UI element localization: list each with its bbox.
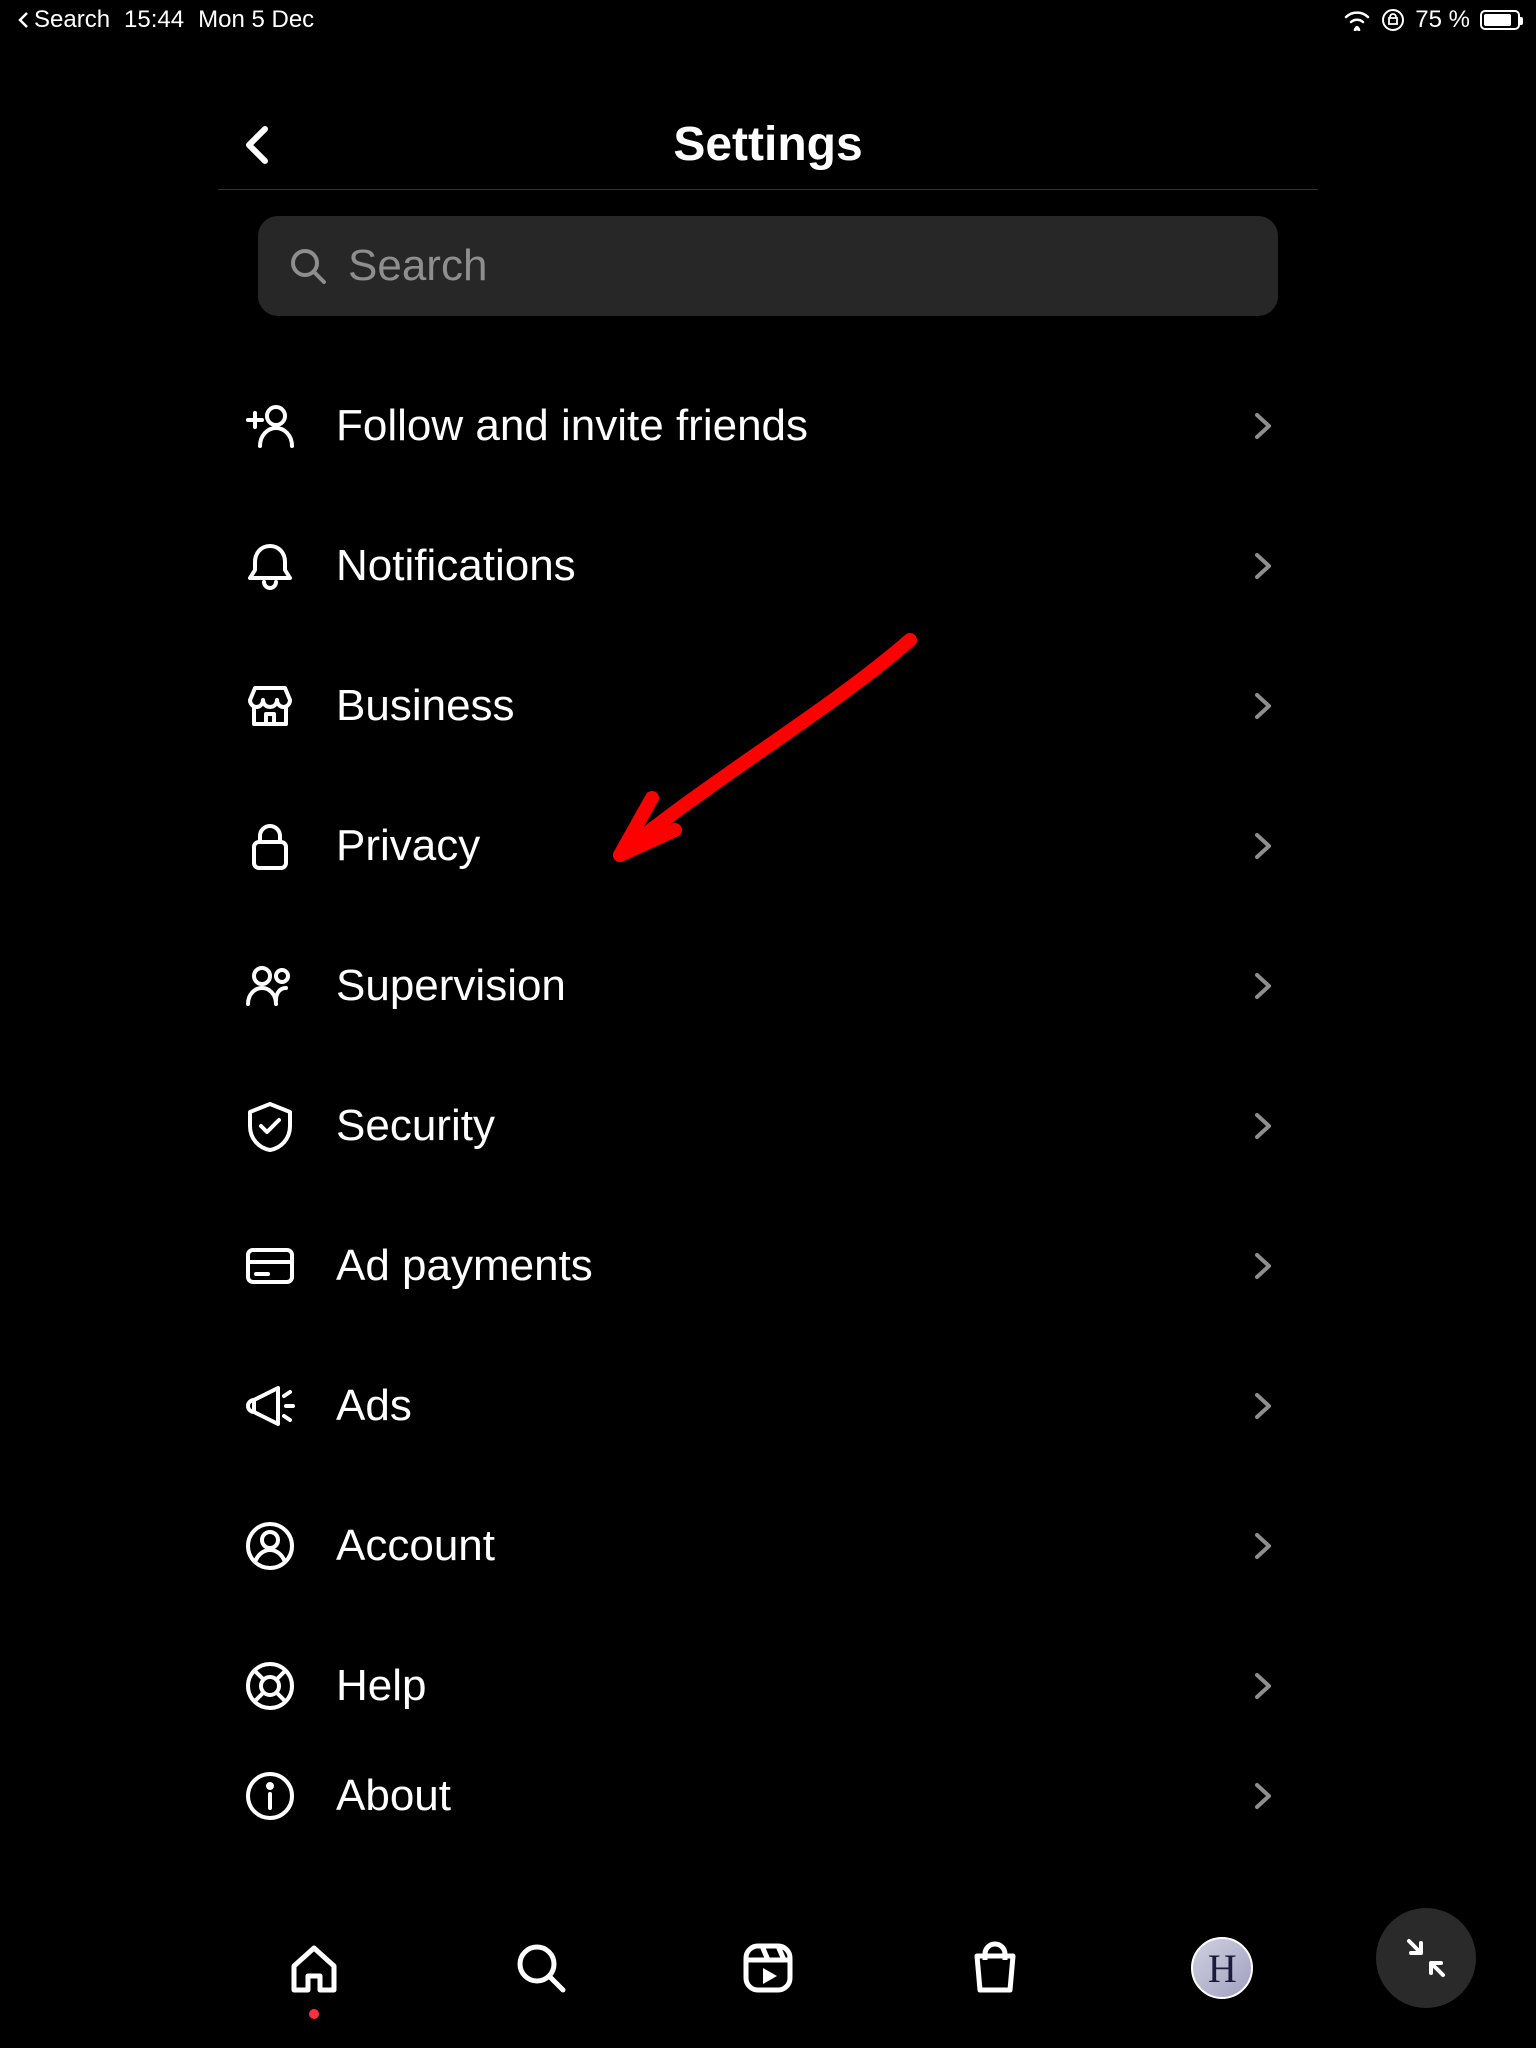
menu-item-label: Ad payments	[336, 1241, 1248, 1291]
back-button[interactable]	[238, 125, 278, 165]
battery-percent: 75 %	[1415, 6, 1470, 34]
chevron-left-icon	[238, 125, 278, 165]
menu-item-privacy[interactable]: Privacy	[218, 776, 1318, 916]
menu-item-business[interactable]: Business	[218, 636, 1318, 776]
megaphone-icon	[240, 1376, 300, 1436]
menu-list: Follow and invite friends Notifications …	[218, 356, 1318, 1836]
chevron-right-icon	[1248, 1391, 1278, 1421]
menu-item-label: Follow and invite friends	[336, 401, 1248, 451]
status-date: Mon 5 Dec	[198, 6, 314, 34]
storefront-icon	[240, 676, 300, 736]
menu-item-help[interactable]: Help	[218, 1616, 1318, 1756]
menu-item-account[interactable]: Account	[218, 1476, 1318, 1616]
menu-item-supervision[interactable]: Supervision	[218, 916, 1318, 1056]
chevron-right-icon	[1248, 411, 1278, 441]
page-title: Settings	[673, 117, 862, 172]
home-icon	[284, 1938, 344, 1998]
info-icon	[240, 1766, 300, 1826]
shield-check-icon	[240, 1096, 300, 1156]
back-caret-icon	[16, 11, 30, 29]
search-input[interactable]	[348, 241, 1248, 291]
avatar-initial: H	[1208, 1945, 1237, 1992]
search-wrapper	[218, 190, 1318, 316]
orientation-lock-icon	[1381, 8, 1405, 32]
chevron-right-icon	[1248, 551, 1278, 581]
chevron-right-icon	[1248, 691, 1278, 721]
menu-item-label: Help	[336, 1661, 1248, 1711]
lifebuoy-icon	[240, 1656, 300, 1716]
menu-item-label: Privacy	[336, 821, 1248, 871]
menu-item-notifications[interactable]: Notifications	[218, 496, 1318, 636]
tab-reels[interactable]	[735, 1935, 801, 2001]
tab-home[interactable]	[281, 1935, 347, 2001]
menu-item-ads[interactable]: Ads	[218, 1336, 1318, 1476]
menu-item-label: Account	[336, 1521, 1248, 1571]
search-bar[interactable]	[258, 216, 1278, 316]
menu-item-label: Notifications	[336, 541, 1248, 591]
tab-search[interactable]	[508, 1935, 574, 2001]
status-bar-right: 75 %	[1343, 6, 1520, 34]
menu-item-ad-payments[interactable]: Ad payments	[218, 1196, 1318, 1336]
lock-icon	[240, 816, 300, 876]
tab-profile[interactable]: H	[1189, 1935, 1255, 2001]
collapse-button[interactable]	[1376, 1908, 1476, 2008]
tab-bar: H	[0, 1888, 1536, 2048]
menu-item-label: Ads	[336, 1381, 1248, 1431]
account-icon	[240, 1516, 300, 1576]
menu-item-label: Security	[336, 1101, 1248, 1151]
menu-item-label: About	[336, 1771, 1248, 1821]
card-icon	[240, 1236, 300, 1296]
bell-icon	[240, 536, 300, 596]
search-icon	[288, 246, 328, 286]
wifi-icon	[1343, 9, 1371, 31]
add-person-icon	[240, 396, 300, 456]
chevron-right-icon	[1248, 1781, 1278, 1811]
notification-dot	[309, 2009, 319, 2019]
reels-icon	[738, 1938, 798, 1998]
settings-header: Settings	[218, 100, 1318, 190]
tab-shop[interactable]	[962, 1935, 1028, 2001]
menu-item-label: Business	[336, 681, 1248, 731]
menu-item-about[interactable]: About	[218, 1756, 1318, 1836]
shop-icon	[965, 1938, 1025, 1998]
menu-item-security[interactable]: Security	[218, 1056, 1318, 1196]
chevron-right-icon	[1248, 1251, 1278, 1281]
chevron-right-icon	[1248, 1671, 1278, 1701]
status-bar-left: Search 15:44 Mon 5 Dec	[16, 6, 314, 34]
chevron-right-icon	[1248, 1531, 1278, 1561]
search-icon	[511, 1938, 571, 1998]
chevron-right-icon	[1248, 1111, 1278, 1141]
back-to-app[interactable]: Search	[16, 6, 110, 34]
collapse-icon	[1401, 1933, 1451, 1983]
chevron-right-icon	[1248, 831, 1278, 861]
status-time: 15:44	[124, 6, 184, 34]
status-bar: Search 15:44 Mon 5 Dec 75 %	[0, 0, 1536, 40]
settings-container: Settings Follow and invite friends Notif…	[218, 100, 1318, 1836]
chevron-right-icon	[1248, 971, 1278, 1001]
menu-item-follow[interactable]: Follow and invite friends	[218, 356, 1318, 496]
battery-icon	[1480, 10, 1520, 30]
avatar: H	[1191, 1937, 1253, 1999]
back-app-label: Search	[34, 6, 110, 34]
family-icon	[240, 956, 300, 1016]
menu-item-label: Supervision	[336, 961, 1248, 1011]
